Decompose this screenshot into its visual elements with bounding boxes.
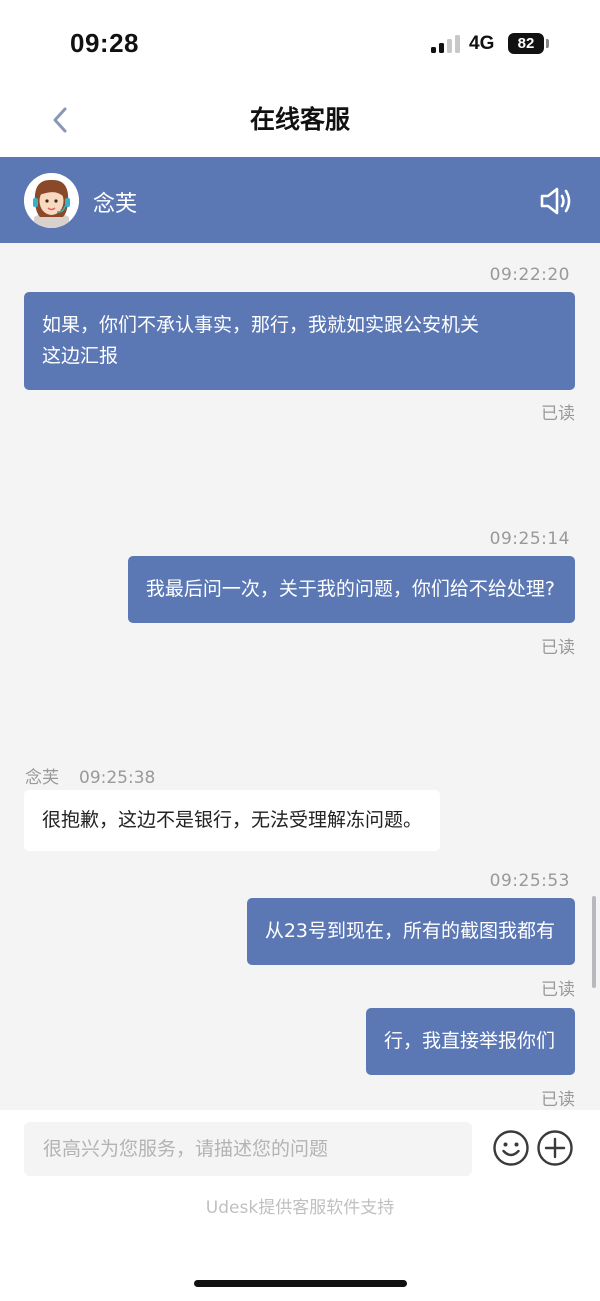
agent-header: 念芙 [0,157,600,243]
add-attachment-button[interactable] [536,1129,574,1167]
outgoing-message-bubble[interactable]: 行，我直接举报你们 [365,1008,575,1075]
speaker-icon [540,187,571,215]
scrollbar[interactable] [592,896,596,988]
incoming-message-bubble[interactable]: 很抱歉，这边不是银行，无法受理解冻问题。 [24,790,441,851]
plus-circle-icon [537,1130,573,1166]
read-status: 已读 [541,638,575,658]
message-timestamp: 09:25:53 [489,871,570,891]
outgoing-message-bubble[interactable]: 从23号到现在，所有的截图我都有 [246,898,575,965]
emoji-button[interactable] [492,1129,530,1167]
home-indicator[interactable] [194,1280,407,1287]
chat-message-list[interactable]: 09:22:20 如果，你们不承认事实，那行，我就如实跟公安机关 这边汇报 已读… [0,243,600,1110]
agent-name: 念芙 [93,192,138,217]
message-text-line: 我最后问一次，关于我的问题，你们给不给处理? [145,578,555,600]
input-area: 很高兴为您服务，请描述您的问题 Udesk提供客服软件支持 [0,1110,600,1248]
message-timestamp: 09:25:14 [489,529,570,549]
battery-cap [546,39,549,48]
message-timestamp: 09:22:20 [489,265,570,285]
message-timestamp: 09:25:38 [79,768,156,788]
status-time: 09:28 [70,28,139,58]
sender-name: 念芙 [25,768,59,788]
network-type: 4G [469,33,495,54]
message-text-line: 如果，你们不承认事实，那行，我就如实跟公安机关 [42,314,480,336]
home-area [0,1248,600,1301]
outgoing-message-bubble[interactable]: 如果，你们不承认事实，那行，我就如实跟公安机关 这边汇报 [24,292,575,390]
outgoing-message-bubble[interactable]: 我最后问一次，关于我的问题，你们给不给处理? [127,556,575,623]
agent-avatar-icon[interactable] [24,173,79,228]
read-status: 已读 [541,980,575,1000]
emoji-icon [493,1130,529,1166]
message-text-line: 从23号到现在，所有的截图我都有 [264,920,555,942]
battery-indicator: 82 [508,33,544,54]
message-text-line: 这边汇报 [42,345,119,367]
signal-strength-icon [431,35,460,53]
speaker-button[interactable] [536,181,576,221]
powered-by-text: Udesk提供客服软件支持 [205,1198,395,1218]
read-status: 已读 [541,404,575,424]
incoming-message-meta: 念芙 09:25:38 [25,763,155,788]
nav-bar: 在线客服 [0,88,600,157]
status-bar: 09:28 4G 82 [0,0,600,88]
message-text-line: 很抱歉，这边不是银行，无法受理解冻问题。 [42,809,423,831]
read-status: 已读 [541,1090,575,1110]
message-input[interactable]: 很高兴为您服务，请描述您的问题 [24,1122,472,1176]
page-title: 在线客服 [249,105,350,134]
message-text-line: 行，我直接举报你们 [383,1030,555,1052]
